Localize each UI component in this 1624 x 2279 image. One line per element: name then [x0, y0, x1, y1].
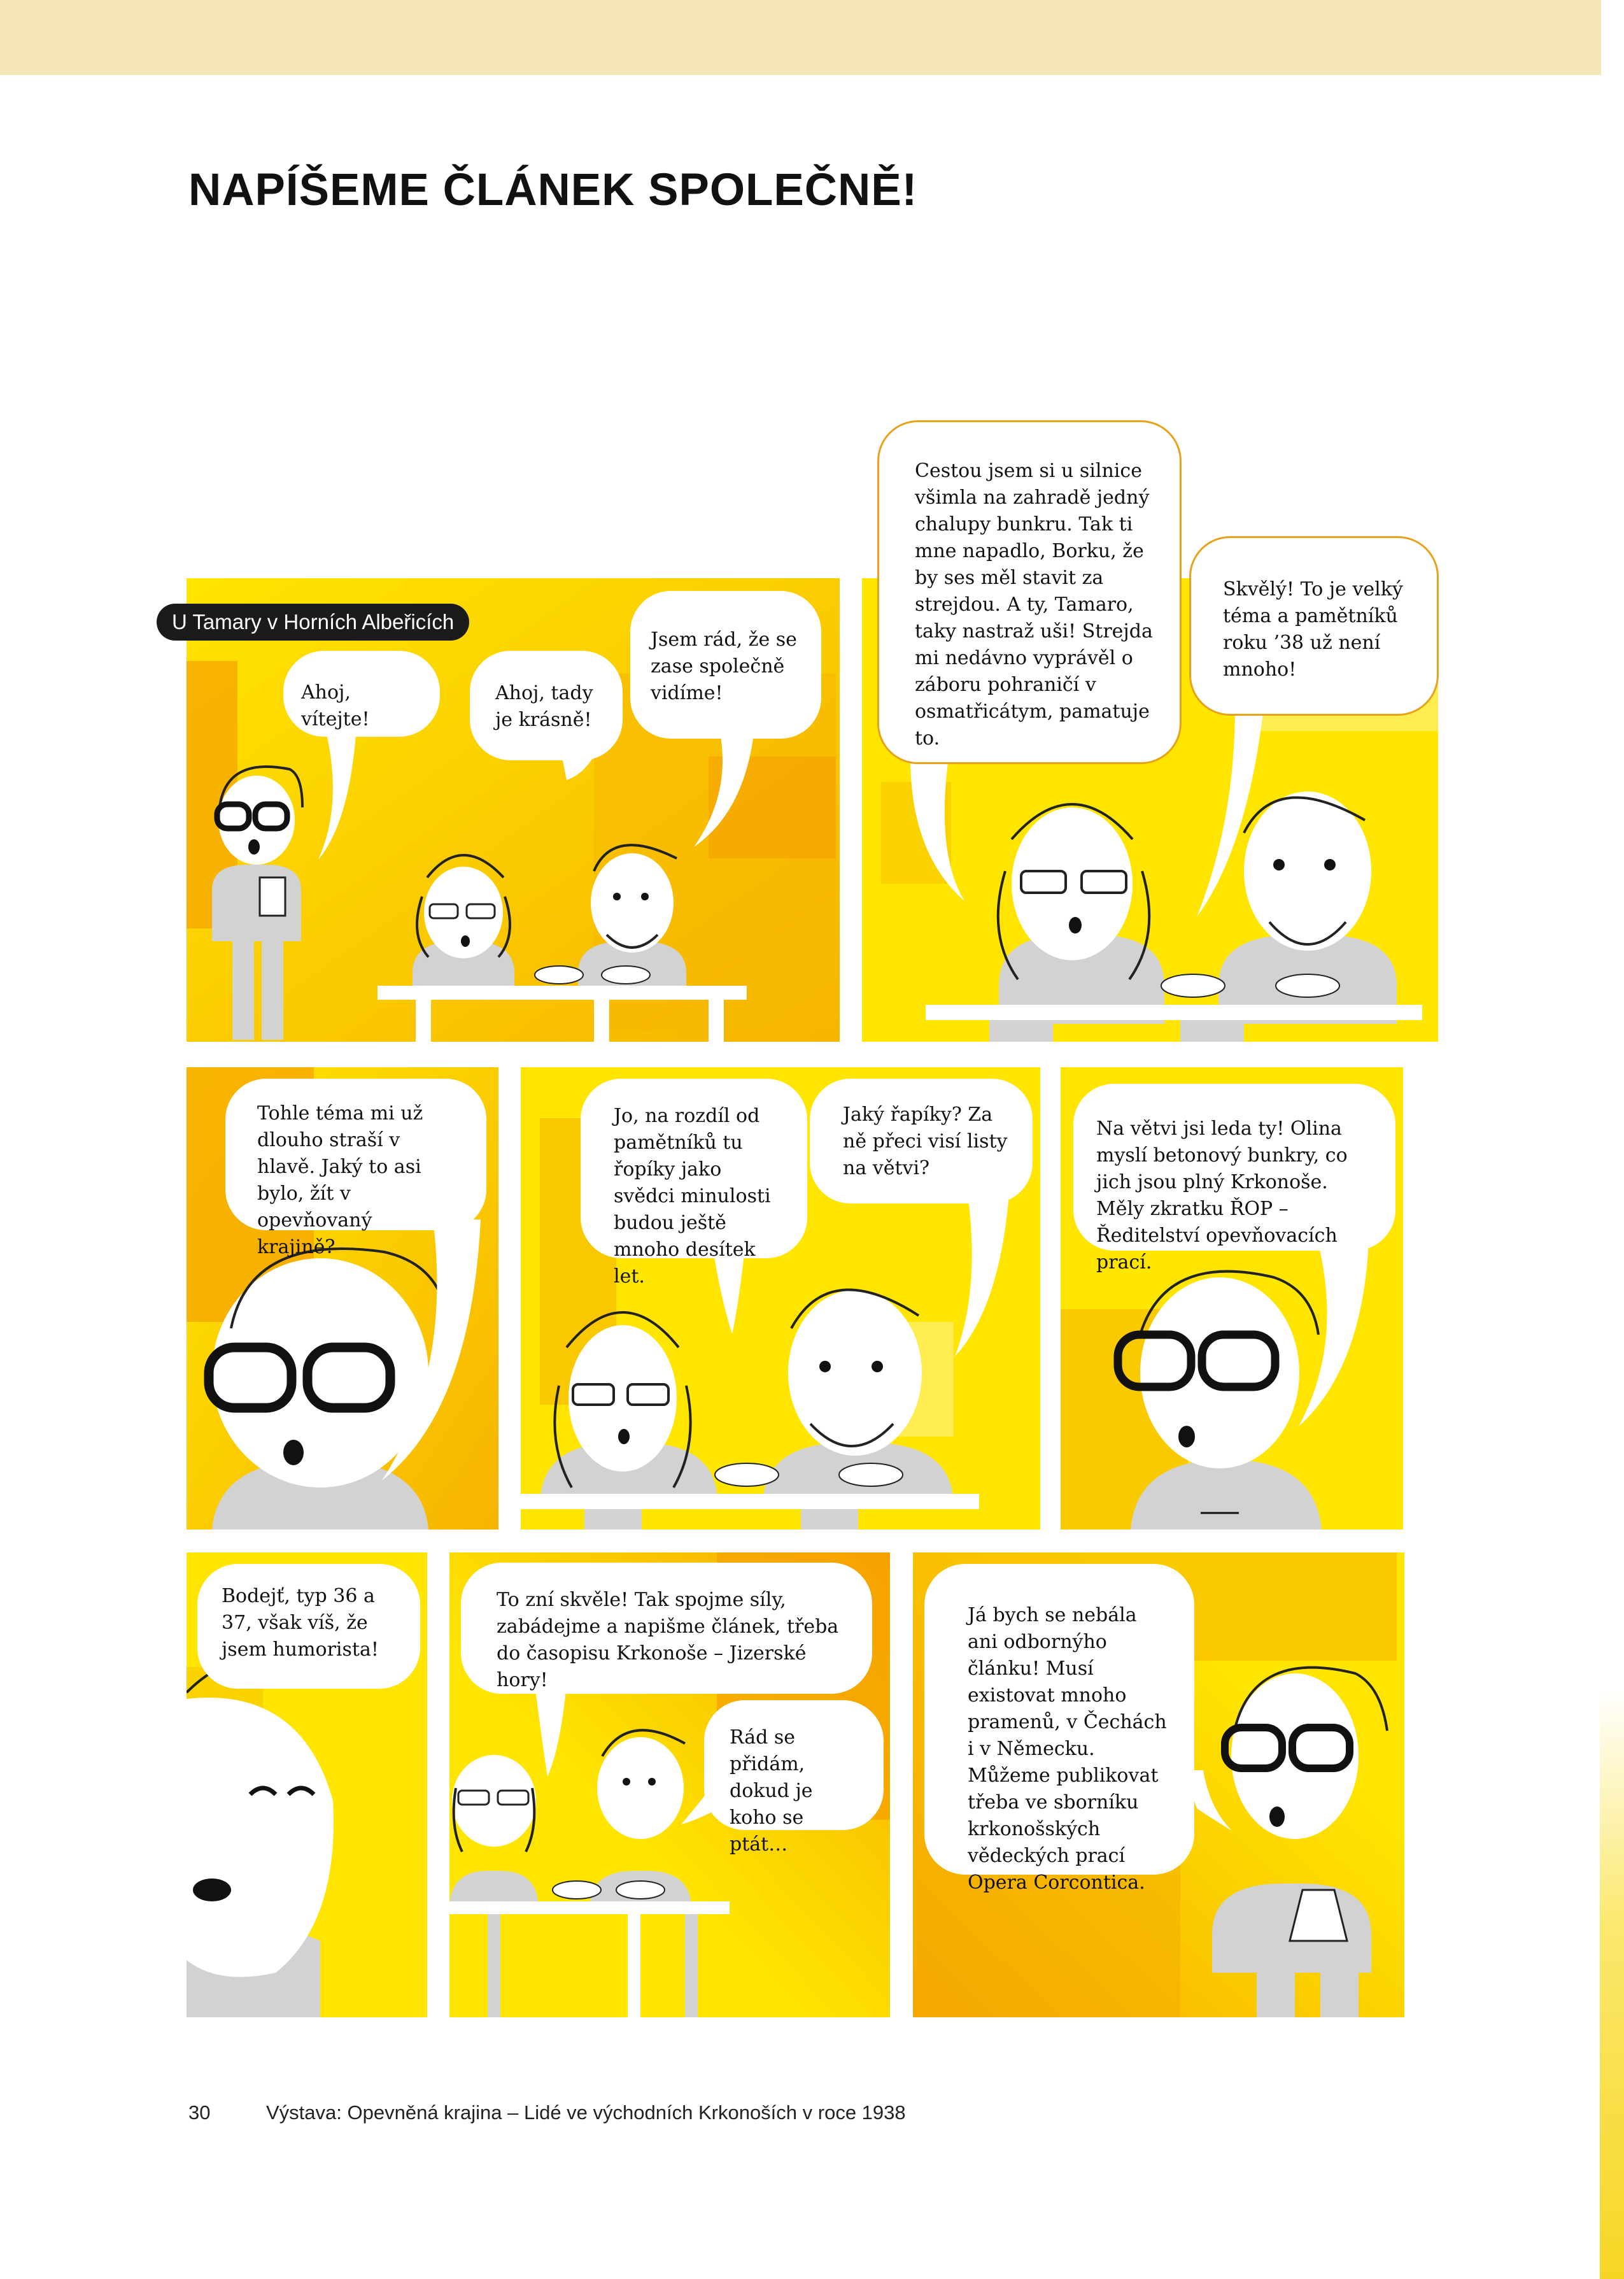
speech-bubble: Ahoj, tady je krásně!: [470, 651, 623, 760]
speech-bubble: Cestou jsem si u silnice všimla na zahra…: [877, 420, 1182, 764]
page-title: NAPÍŠEME ČLÁNEK SPOLEČNĚ!: [188, 165, 918, 215]
speech-bubble: Rád se přidám, dokud je koho se ptát…: [704, 1700, 884, 1856]
speech-bubble: Jaký řapíky? Za ně přeci visí listy na v…: [810, 1079, 1033, 1203]
speech-bubble: Skvělý! To je velký téma a pamětníků rok…: [1189, 536, 1439, 716]
speech-bubble: Ahoj, vítejte!: [283, 651, 440, 737]
bubble-tail: [535, 1684, 567, 1777]
speech-bubble: Na větvi jsi leda ty! Olina myslí betono…: [1073, 1084, 1395, 1274]
bubble-tail: [910, 758, 964, 901]
speech-bubble: Já bych se nebála ani odbornýho článku! …: [924, 1564, 1194, 1894]
speech-bubble: Jsem rád, že se zase společně vidíme!: [630, 591, 821, 739]
footer-text: Výstava: Opevněná krajina – Lidé ve vých…: [266, 2101, 906, 2124]
bubble-tail: [1299, 1242, 1369, 1426]
bubble-tail: [382, 1219, 481, 1480]
speech-bubble: Tohle téma mi už dlouho straší v hlavě. …: [225, 1079, 486, 1258]
speech-bubble: Jo, na rozdíl od pamětníků tu řopíky jak…: [581, 1079, 807, 1288]
bubble-tail: [694, 729, 754, 847]
bubble-tail: [1197, 707, 1264, 917]
speech-bubble: Bodejť, typ 36 a 37, však víš, že jsem h…: [197, 1564, 420, 1689]
bubble-tail: [318, 726, 357, 860]
page-number: 30: [188, 2101, 211, 2124]
top-color-band: [0, 0, 1601, 75]
speech-bubble: To zní skvěle! Tak spojme síly, zabádejm…: [461, 1563, 872, 1694]
scene-caption: U Tamary v Horních Albeřicích: [157, 604, 470, 641]
side-color-strip: [1600, 1687, 1624, 2279]
bubble-tail: [955, 1194, 1009, 1356]
